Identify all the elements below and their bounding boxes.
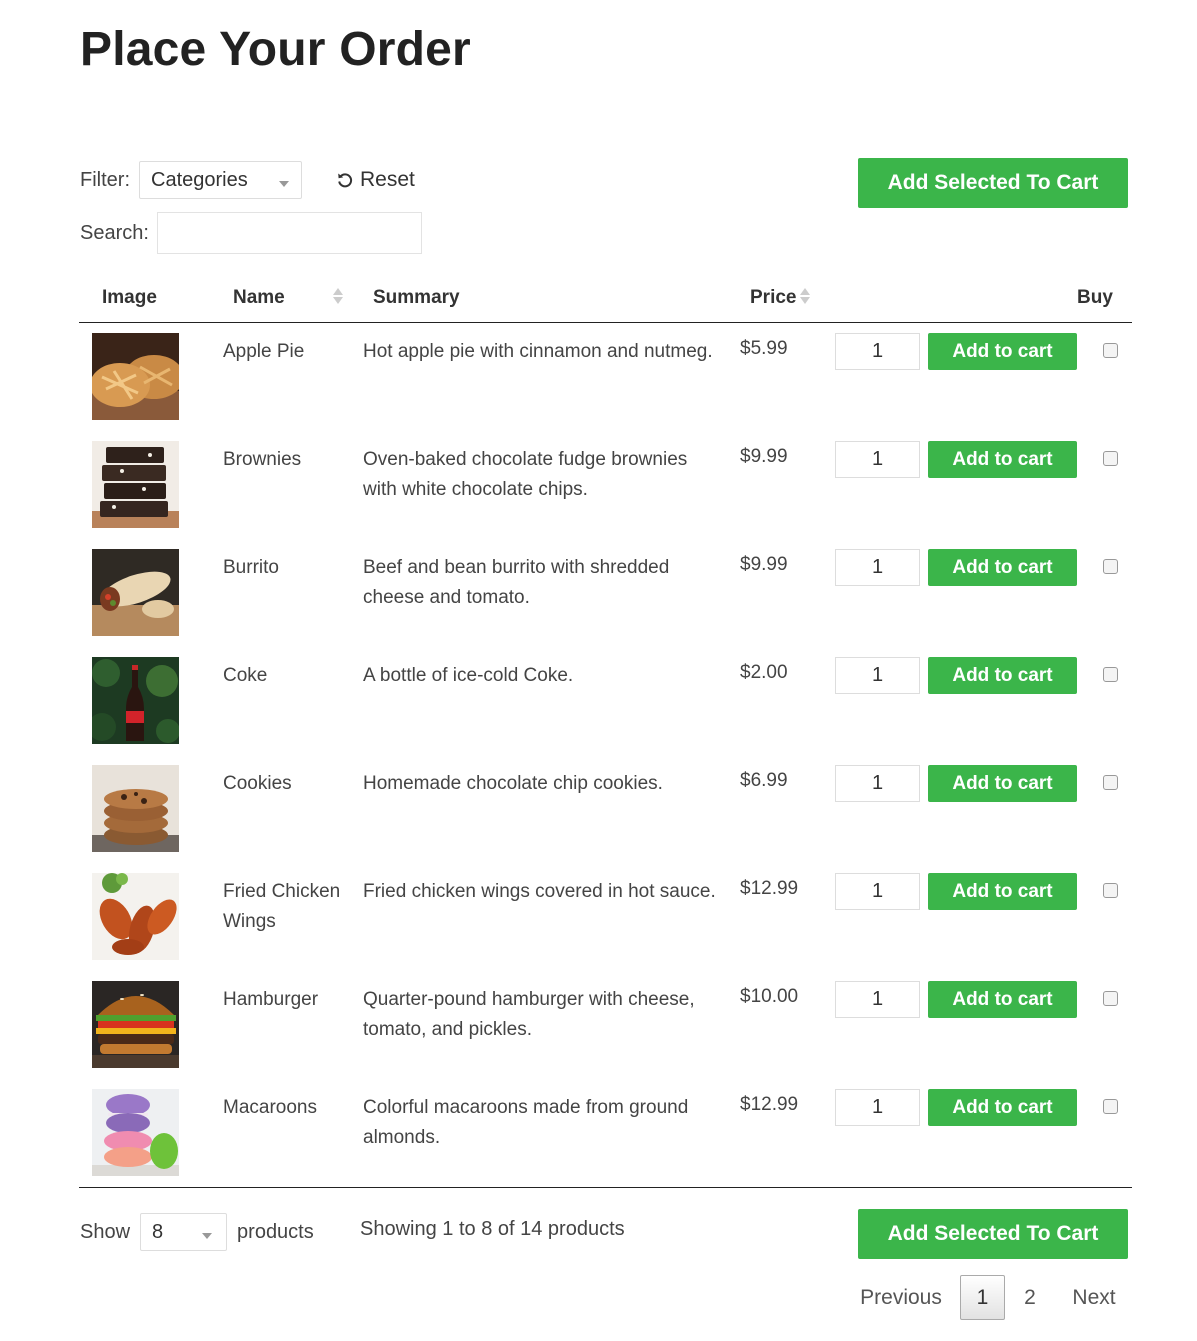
add-to-cart-button[interactable]: Add to cart [928,1089,1077,1126]
column-header-buy: Buy [1077,287,1113,308]
table-row: Hamburger Quarter-pound hamburger with c… [79,971,1132,1079]
filter-label: Filter: [80,168,130,191]
page-length-control: Show 8 products [80,1213,314,1251]
product-summary: A bottle of ice-cold Coke. [363,665,574,686]
buy-checkbox[interactable] [1103,667,1118,682]
product-summary: Hot apple pie with cinnamon and nutmeg. [363,341,713,362]
table-row: Cookies Homemade chocolate chip cookies.… [79,755,1132,863]
category-filter-select[interactable]: Categories [139,161,302,199]
brownies-photo[interactable] [92,441,179,528]
macaroons-photo[interactable] [92,1089,179,1176]
product-name: Apple Pie [223,341,305,362]
column-header-image: Image [102,287,157,308]
product-summary: Quarter-pound hamburger with cheese, tom… [363,989,695,1040]
column-header-summary: Summary [373,287,460,308]
buy-checkbox[interactable] [1103,1099,1118,1114]
table-row: Coke A bottle of ice-cold Coke. $2.00 Ad… [79,647,1132,755]
product-name: Fried Chicken Wings [223,881,341,932]
pagination-page-1[interactable]: 1 [960,1275,1005,1320]
add-to-cart-button[interactable]: Add to cart [928,981,1077,1018]
pagination-page-2[interactable]: 2 [1011,1275,1049,1320]
filter-row: Filter: Categories Reset [80,161,415,199]
add-to-cart-button[interactable]: Add to cart [928,441,1077,478]
search-row: Search: [80,212,422,254]
column-header-price[interactable]: Price [750,287,796,309]
buy-checkbox[interactable] [1103,559,1118,574]
show-label: Show [80,1220,131,1243]
add-to-cart-button[interactable]: Add to cart [928,549,1077,586]
product-price: $6.99 [740,770,788,791]
product-name: Macaroons [223,1097,317,1118]
add-selected-to-cart-button-bottom[interactable]: Add Selected To Cart [858,1209,1128,1259]
page-length-select[interactable]: 8 [140,1213,228,1251]
buy-checkbox[interactable] [1103,883,1118,898]
quantity-input[interactable] [835,981,920,1018]
product-summary: Beef and bean burrito with shredded chee… [363,557,670,608]
product-summary: Homemade chocolate chip cookies. [363,773,663,794]
table-row: Macaroons Colorful macaroons made from g… [79,1079,1132,1187]
quantity-input[interactable] [835,549,920,586]
coke-photo[interactable] [92,657,179,744]
column-header-name[interactable]: Name [233,287,285,309]
product-price: $12.99 [740,878,799,899]
product-name: Brownies [223,449,302,470]
add-to-cart-button[interactable]: Add to cart [928,657,1077,694]
apple-pie-photo[interactable] [92,333,179,420]
chicken-wings-photo[interactable] [92,873,179,960]
product-price: $9.99 [740,554,788,575]
product-summary: Colorful macaroons made from ground almo… [363,1097,689,1148]
table-header: Image Name Summary Price Buy [79,272,1132,323]
quantity-input[interactable] [835,441,920,478]
product-summary: Oven-baked chocolate fudge brownies with… [363,449,688,500]
category-filter-value: Categories [151,168,248,191]
product-name: Cookies [223,773,292,794]
quantity-input[interactable] [835,1089,920,1126]
sort-icon[interactable] [333,287,343,305]
chevron-down-icon [202,1233,213,1239]
quantity-input[interactable] [835,657,920,694]
table-footer-divider [79,1187,1132,1188]
search-input[interactable] [156,212,422,254]
buy-checkbox[interactable] [1103,343,1118,358]
table-row: Apple Pie Hot apple pie with cinnamon an… [79,323,1132,431]
pagination-next[interactable]: Next [1060,1275,1128,1320]
hamburger-photo[interactable] [92,981,179,1068]
page-title: Place Your Order [80,23,471,76]
product-table-body: Apple Pie Hot apple pie with cinnamon an… [79,323,1132,1187]
page-length-value: 8 [152,1220,164,1243]
table-row: Fried Chicken Wings Fried chicken wings … [79,863,1132,971]
table-row: Burrito Beef and bean burrito with shred… [79,539,1132,647]
product-price: $10.00 [740,986,799,1007]
quantity-input[interactable] [835,765,920,802]
product-name: Burrito [223,557,279,578]
product-price: $5.99 [740,338,788,359]
burrito-photo[interactable] [92,549,179,636]
product-price: $9.99 [740,446,788,467]
add-to-cart-button[interactable]: Add to cart [928,333,1077,370]
product-name: Coke [223,665,268,686]
quantity-input[interactable] [835,333,920,370]
product-summary: Fried chicken wings covered in hot sauce… [363,881,716,902]
product-price: $2.00 [740,662,788,683]
quantity-input[interactable] [835,873,920,910]
product-name: Hamburger [223,989,319,1010]
pagination-previous[interactable]: Previous [851,1275,951,1320]
add-to-cart-button[interactable]: Add to cart [928,873,1077,910]
buy-checkbox[interactable] [1103,991,1118,1006]
buy-checkbox[interactable] [1103,451,1118,466]
reset-button[interactable]: Reset [336,168,415,192]
product-price: $12.99 [740,1094,799,1115]
add-to-cart-button[interactable]: Add to cart [928,765,1077,802]
cookies-photo[interactable] [92,765,179,852]
products-label: products [237,1220,314,1243]
showing-info: Showing 1 to 8 of 14 products [360,1218,625,1240]
chevron-down-icon [279,181,289,187]
buy-checkbox[interactable] [1103,775,1118,790]
sort-icon[interactable] [800,287,810,305]
search-label: Search: [80,221,149,244]
add-selected-to-cart-button-top[interactable]: Add Selected To Cart [858,158,1128,208]
reset-icon [338,173,353,188]
reset-label: Reset [360,168,415,191]
table-row: Brownies Oven-baked chocolate fudge brow… [79,431,1132,539]
